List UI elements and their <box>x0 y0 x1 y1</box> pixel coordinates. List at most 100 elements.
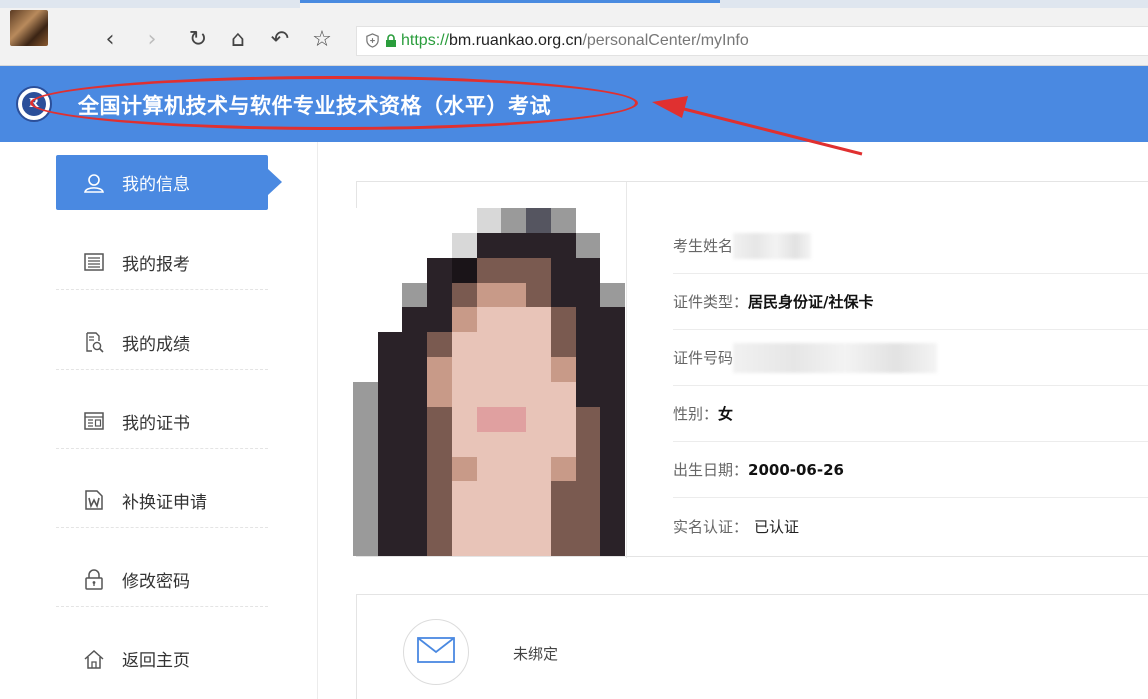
name-label: 考生姓名 <box>673 237 734 255</box>
photo-pixel <box>377 332 403 358</box>
photo-pixel <box>600 208 625 233</box>
home-button[interactable]: ⌂ <box>226 26 250 52</box>
photo-pixel <box>476 406 502 432</box>
active-tab[interactable] <box>300 0 720 8</box>
photo-pixel <box>377 456 403 482</box>
sidebar-item-label: 我的证书 <box>122 413 190 434</box>
photo-pixel <box>600 382 625 407</box>
photo-pixel <box>353 232 378 258</box>
info-row-id-type: 证件类型： 居民身份证/社保卡 <box>673 274 1148 330</box>
photo-pixel <box>550 232 576 258</box>
photo-pixel <box>476 506 502 532</box>
photo-pixel <box>501 382 527 407</box>
photo-pixel <box>575 208 601 233</box>
photo-pixel <box>501 531 527 556</box>
sidebar-item-label: 我的成绩 <box>122 334 190 355</box>
envelope-icon <box>416 636 456 668</box>
photo-pixel <box>427 282 452 308</box>
photo-pixel <box>427 531 452 556</box>
bookmark-star-button[interactable]: ☆ <box>310 26 334 52</box>
photo-pixel <box>550 357 576 382</box>
photo-pixel <box>575 431 601 457</box>
photo-pixel <box>600 282 625 308</box>
candidate-photo <box>353 208 625 556</box>
photo-pixel <box>427 307 452 333</box>
sidebar: 我的信息 我的报考 我的成绩 我的证书 补换证申请 修改密码 返回主页 <box>0 142 318 699</box>
photo-pixel <box>575 456 601 482</box>
photo-pixel <box>402 456 428 482</box>
photo-pixel <box>476 531 502 556</box>
photo-pixel <box>550 382 576 407</box>
photo-pixel <box>600 456 625 482</box>
photo-pixel <box>550 506 576 532</box>
address-bar[interactable]: https://bm.ruankao.org.cn/personalCenter… <box>356 26 1148 56</box>
photo-pixel <box>550 282 576 308</box>
photo-pixel <box>600 357 625 382</box>
sidebar-item-home[interactable]: 返回主页 <box>56 631 268 686</box>
photo-pixel <box>451 332 477 358</box>
sidebar-item-label: 返回主页 <box>122 651 190 671</box>
word-document-icon <box>82 488 106 512</box>
info-row-gender: 性别： 女 <box>673 386 1148 442</box>
photo-pixel <box>501 208 527 233</box>
url-host: bm.ruankao.org.cn <box>449 32 583 49</box>
photo-pixel <box>377 431 403 457</box>
photo-pixel <box>451 307 477 333</box>
score-search-icon <box>82 330 106 354</box>
email-bind-button[interactable] <box>403 619 469 685</box>
photo-pixel <box>476 357 502 382</box>
photo-pixel <box>476 431 502 457</box>
photo-pixel <box>427 406 452 432</box>
photo-pixel <box>377 208 403 233</box>
realname-label: 实名认证： <box>673 517 749 536</box>
photo-pixel <box>550 431 576 457</box>
photo-pixel <box>550 257 576 283</box>
photo-pixel <box>377 232 403 258</box>
photo-pixel <box>476 208 502 233</box>
sidebar-item-my-info[interactable]: 我的信息 <box>56 155 282 210</box>
photo-pixel <box>501 481 527 507</box>
photo-pixel <box>476 382 502 407</box>
sidebar-item-replace-certificate[interactable]: 补换证申请 <box>56 473 268 528</box>
photo-pixel <box>476 282 502 308</box>
photo-pixel <box>476 307 502 333</box>
sidebar-item-my-certificates[interactable]: 我的证书 <box>56 394 268 449</box>
reload-button[interactable]: ↻ <box>186 26 210 52</box>
photo-pixel <box>575 332 601 358</box>
forward-button[interactable]: › <box>140 26 164 52</box>
realname-value: 已认证 <box>754 517 800 536</box>
photo-pixel <box>526 282 551 308</box>
photo-pixel <box>451 506 477 532</box>
sidebar-item-my-scores[interactable]: 我的成绩 <box>56 315 268 370</box>
photo-pixel <box>550 307 576 333</box>
photo-pixel <box>402 531 428 556</box>
photo-pixel <box>575 232 601 258</box>
photo-pixel <box>600 506 625 532</box>
photo-pixel <box>575 282 601 308</box>
photo-pixel <box>600 431 625 457</box>
url-scheme: https:// <box>401 32 450 49</box>
email-status: 未绑定 <box>513 645 559 663</box>
birth-date-value: 2000-06-26 <box>748 460 844 479</box>
home-icon <box>82 647 106 671</box>
shield-icon <box>365 33 381 49</box>
photo-pixel <box>451 531 477 556</box>
photo-pixel <box>550 531 576 556</box>
photo-pixel <box>526 208 551 233</box>
photo-pixel <box>451 282 477 308</box>
undo-close-tab-button[interactable]: ↶ <box>268 26 292 52</box>
photo-pixel <box>451 208 477 233</box>
photo-pixel <box>377 307 403 333</box>
site-header: R 全国计算机技术与软件专业技术资格（水平）考试 <box>0 66 1148 156</box>
photo-pixel <box>353 208 378 233</box>
sidebar-item-my-registration[interactable]: 我的报考 <box>56 235 268 290</box>
url-path: /personalCenter/myInfo <box>582 32 749 49</box>
photo-pixel <box>377 531 403 556</box>
photo-pixel <box>501 357 527 382</box>
redacted-name <box>733 232 812 259</box>
back-button[interactable]: ‹ <box>98 26 122 52</box>
photo-pixel <box>476 232 502 258</box>
photo-pixel <box>353 431 378 457</box>
sidebar-item-change-password[interactable]: 修改密码 <box>56 552 268 607</box>
photo-pixel <box>377 257 403 283</box>
